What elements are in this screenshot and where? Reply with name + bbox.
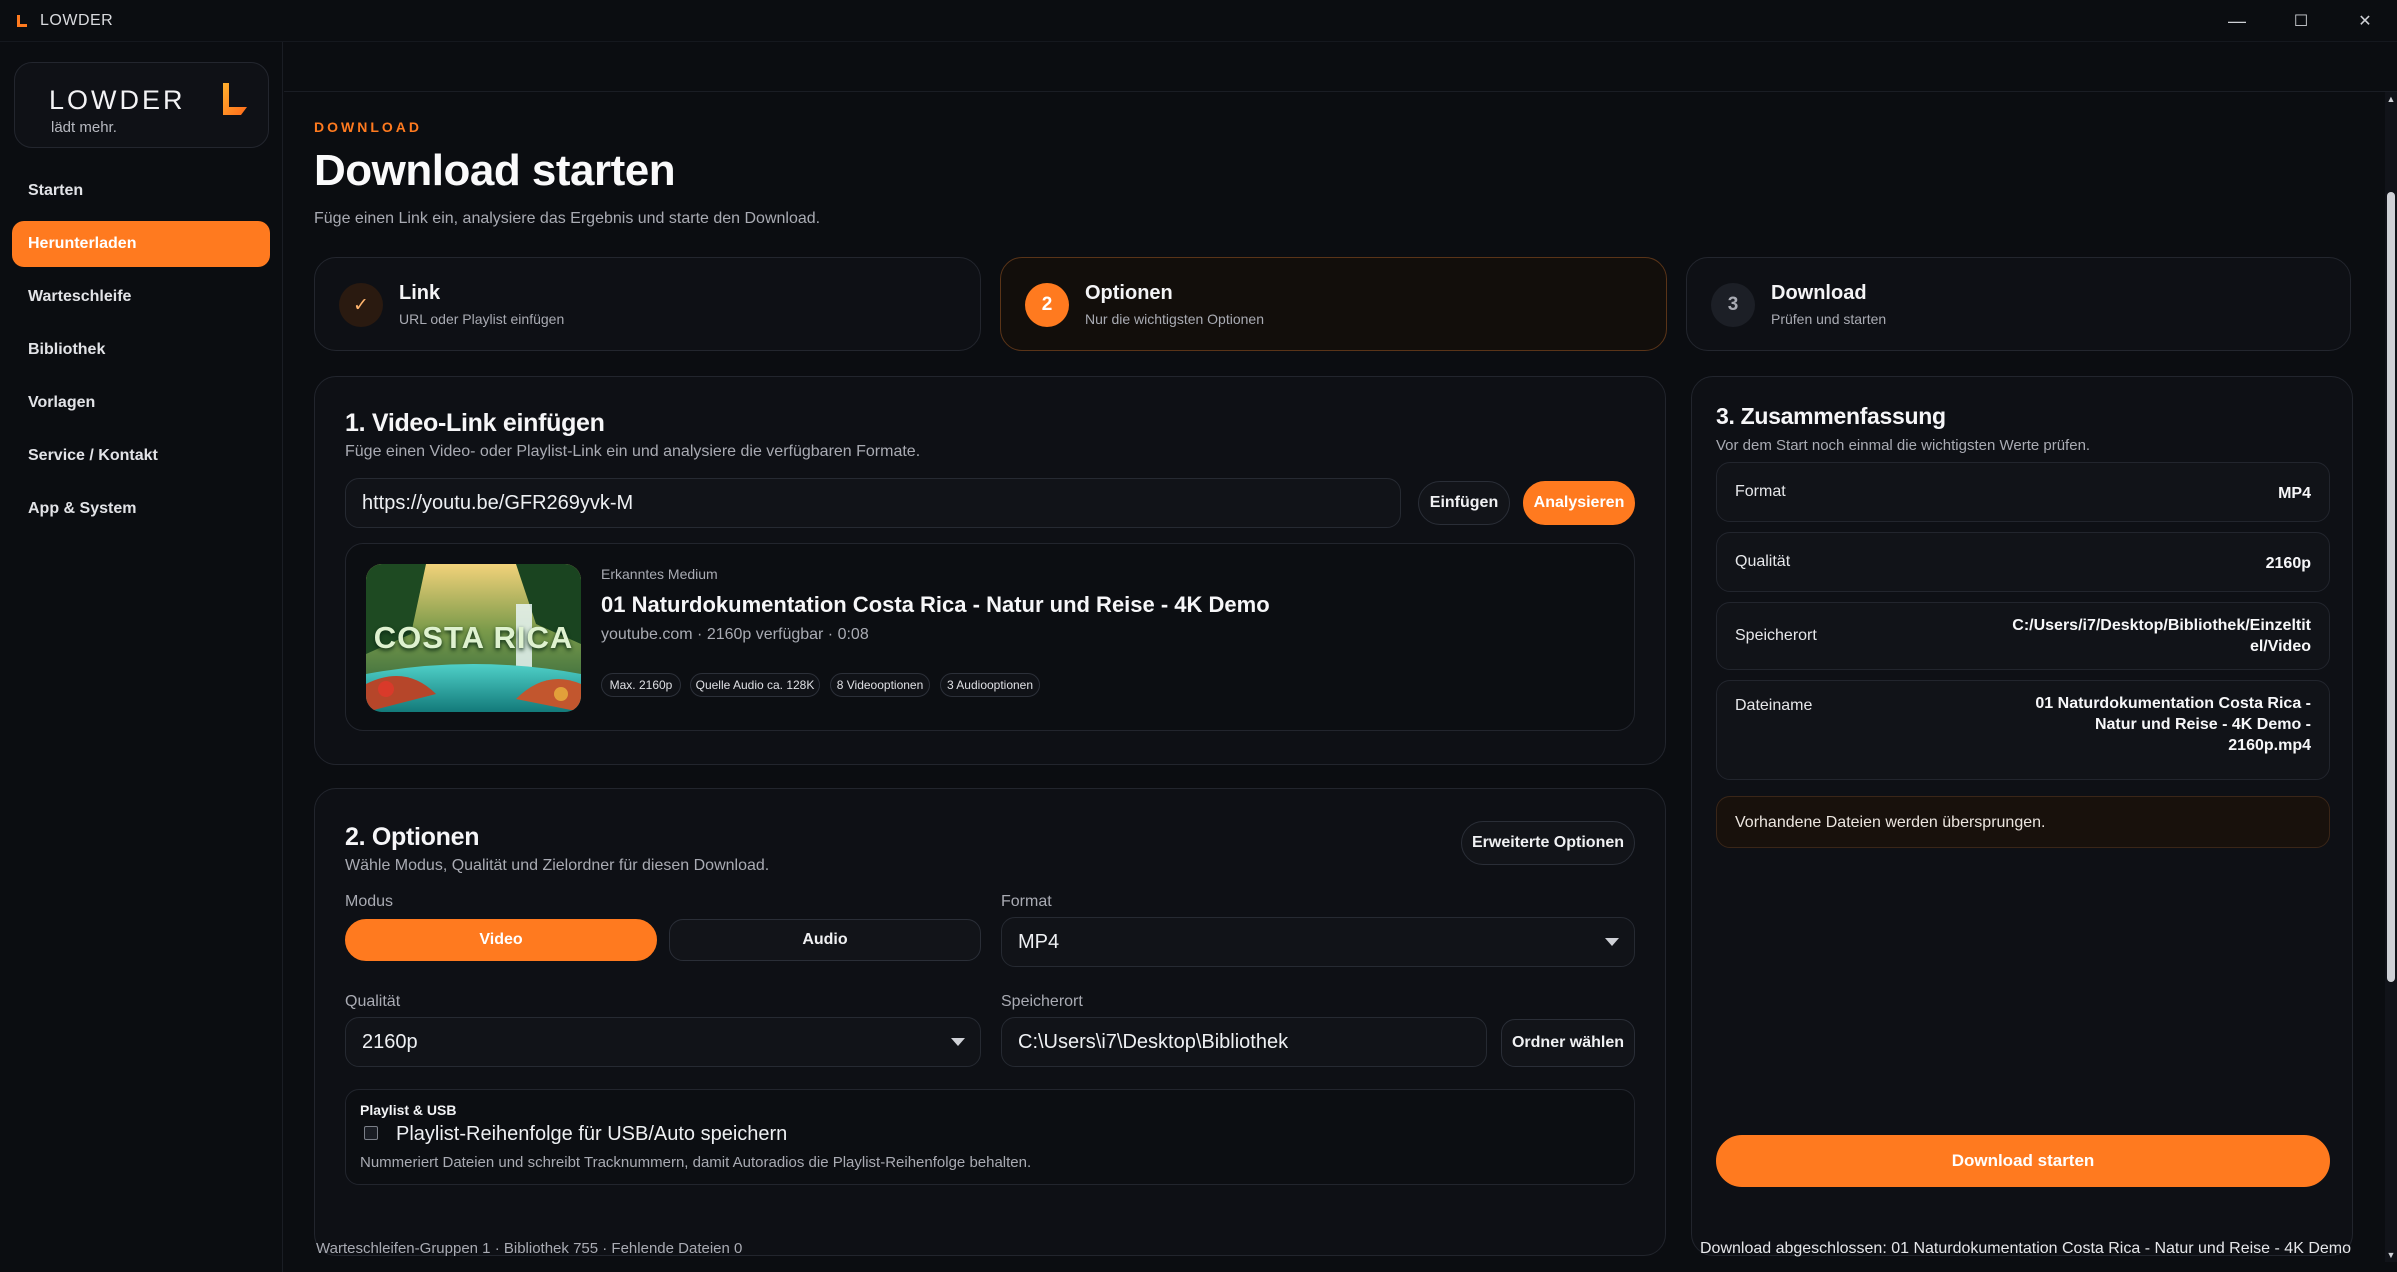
chevron-down-icon [951, 1038, 965, 1046]
media-title: 01 Naturdokumentation Costa Rica - Natur… [601, 592, 1270, 617]
app-logo-icon [14, 13, 30, 29]
window-controls: — ☐ ✕ [2205, 0, 2397, 42]
sidebar: LOWDER lädt mehr. Starten Herunterladen … [0, 42, 283, 1272]
sidebar-nav: Starten Herunterladen Warteschleife Bibl… [12, 168, 270, 539]
step-subtitle: Prüfen und starten [1771, 311, 1887, 327]
media-meta: youtube.com · 2160p verfügbar · 0:08 [601, 626, 869, 643]
scrollbar-thumb[interactable] [2387, 192, 2395, 982]
options-card: 2. Optionen Wähle Modus, Qualität und Zi… [314, 788, 1666, 1256]
page-title: Download starten [314, 146, 676, 195]
media-thumbnail: COSTA RICA [366, 564, 581, 712]
skip-notice: Vorhandene Dateien werden übersprungen. [1716, 796, 2330, 848]
step-number-badge: 3 [1711, 283, 1755, 327]
brand-mark-icon [221, 83, 251, 119]
media-chip: Quelle Audio ca. 128K [690, 673, 820, 697]
brand-wordmark: LOWDER [49, 85, 186, 115]
minimize-button[interactable]: — [2205, 0, 2269, 42]
media-chip: 3 Audiooptionen [940, 673, 1040, 697]
summary-row-filename: Dateiname 01 Naturdokumentation Costa Ri… [1716, 680, 2330, 780]
footer-stats: Warteschleifen-Gruppen 1 · Bibliothek 75… [316, 1240, 743, 1257]
main-content: ▲ ▼ DOWNLOAD Download starten Füge einen… [284, 42, 2397, 1272]
summary-value: MP4 [2278, 485, 2311, 502]
summary-row-quality: Qualität 2160p [1716, 532, 2330, 592]
brand-tagline: lädt mehr. [51, 119, 117, 136]
summary-key: Qualität [1735, 553, 1791, 570]
page-eyebrow: DOWNLOAD [314, 119, 422, 135]
summary-row-format: Format MP4 [1716, 462, 2330, 522]
playlist-checkbox-label[interactable]: Playlist-Reihenfolge für USB/Auto speich… [396, 1123, 787, 1146]
media-chip: Max. 2160p [601, 673, 681, 697]
step-subtitle: Nur die wichtigsten Optionen [1085, 311, 1264, 327]
card-title: 2. Optionen [345, 823, 480, 851]
close-button[interactable]: ✕ [2333, 0, 2397, 42]
sidebar-item-app-system[interactable]: App & System [12, 486, 270, 532]
summary-card: 3. Zusammenfassung Vor dem Start noch ei… [1691, 376, 2353, 1256]
window-titlebar: LOWDER — ☐ ✕ [0, 0, 2397, 42]
url-input[interactable]: https://youtu.be/GFR269yvk-M [345, 478, 1401, 528]
advanced-options-button[interactable]: Erweiterte Optionen [1461, 821, 1635, 865]
page-subtitle: Füge einen Link ein, analysiere das Erge… [314, 210, 821, 227]
card-subtitle: Füge einen Video- oder Playlist-Link ein… [345, 443, 921, 460]
media-chip: 8 Videooptionen [830, 673, 930, 697]
sidebar-item-vorlagen[interactable]: Vorlagen [12, 380, 270, 426]
start-download-button[interactable]: Download starten [1716, 1135, 2330, 1187]
sidebar-item-service-kontakt[interactable]: Service / Kontakt [12, 433, 270, 479]
mode-video-button[interactable]: Video [345, 919, 657, 961]
summary-value: 2160p [2265, 555, 2311, 572]
step-subtitle: URL oder Playlist einfügen [399, 311, 565, 327]
summary-value: 01 Naturdokumentation Costa Rica - Natur… [2035, 695, 2311, 754]
paste-button[interactable]: Einfügen [1418, 481, 1510, 525]
format-label: Format [1001, 893, 1052, 910]
summary-value: C:/Users/i7/Desktop/Bibliothek/Einzeltit… [2012, 617, 2311, 655]
summary-key: Format [1735, 483, 1786, 500]
link-card: 1. Video-Link einfügen Füge einen Video-… [314, 376, 1666, 765]
brand-logo[interactable]: LOWDER lädt mehr. [14, 62, 269, 148]
scroll-down-icon[interactable]: ▼ [2386, 1250, 2396, 1260]
quality-label: Qualität [345, 993, 401, 1010]
choose-folder-button[interactable]: Ordner wählen [1501, 1019, 1635, 1067]
mode-audio-button[interactable]: Audio [669, 919, 981, 961]
step-download[interactable]: 3 Download Prüfen und starten [1686, 257, 2351, 351]
step-link[interactable]: ✓ Link URL oder Playlist einfügen [314, 257, 981, 351]
scrollbar[interactable] [2385, 92, 2397, 1262]
mode-label: Modus [345, 893, 394, 910]
playlist-checkbox[interactable] [364, 1126, 378, 1140]
footer-status: Download abgeschlossen: 01 Naturdokument… [1699, 1240, 2351, 1257]
summary-row-location: Speicherort C:/Users/i7/Desktop/Biblioth… [1716, 602, 2330, 670]
notice-text: Vorhandene Dateien werden übersprungen. [1735, 814, 2046, 831]
sidebar-item-starten[interactable]: Starten [12, 168, 270, 214]
quality-select[interactable]: 2160p [345, 1017, 981, 1067]
sidebar-item-warteschleife[interactable]: Warteschleife [12, 274, 270, 320]
step-number-badge: 2 [1025, 283, 1069, 327]
card-subtitle: Vor dem Start noch einmal die wichtigste… [1716, 437, 2091, 454]
media-caption: Erkanntes Medium [601, 566, 718, 582]
scroll-up-icon[interactable]: ▲ [2386, 94, 2396, 104]
location-label: Speicherort [1001, 993, 1083, 1010]
card-subtitle: Wähle Modus, Qualität und Zielordner für… [345, 857, 770, 874]
step-title: Optionen [1085, 282, 1173, 304]
maximize-button[interactable]: ☐ [2269, 0, 2333, 42]
card-title: 1. Video-Link einfügen [345, 409, 605, 437]
thumbnail-title-text: COSTA RICA [373, 620, 574, 655]
summary-key: Dateiname [1735, 697, 1813, 714]
format-select[interactable]: MP4 [1001, 917, 1635, 967]
step-optionen[interactable]: 2 Optionen Nur die wichtigsten Optionen [1000, 257, 1667, 351]
step-title: Link [399, 282, 441, 304]
playlist-heading: Playlist & USB [360, 1102, 457, 1118]
card-title: 3. Zusammenfassung [1716, 403, 1946, 429]
top-strip [284, 42, 2397, 92]
step-title: Download [1771, 282, 1867, 304]
window-title: LOWDER [40, 11, 114, 29]
analyze-button[interactable]: Analysieren [1523, 481, 1635, 525]
summary-key: Speicherort [1735, 627, 1817, 644]
chevron-down-icon [1605, 938, 1619, 946]
sidebar-item-bibliothek[interactable]: Bibliothek [12, 327, 270, 373]
playlist-section: Playlist & USB Playlist-Reihenfolge für … [345, 1089, 1635, 1185]
sidebar-item-herunterladen[interactable]: Herunterladen [12, 221, 270, 267]
location-input[interactable]: C:\Users\i7\Desktop\Bibliothek [1001, 1017, 1487, 1067]
checkmark-icon: ✓ [339, 283, 383, 327]
detected-media-card: COSTA RICA Erkanntes Medium 01 Naturdoku… [345, 543, 1635, 731]
playlist-hint: Nummeriert Dateien und schreibt Tracknum… [360, 1154, 1032, 1171]
